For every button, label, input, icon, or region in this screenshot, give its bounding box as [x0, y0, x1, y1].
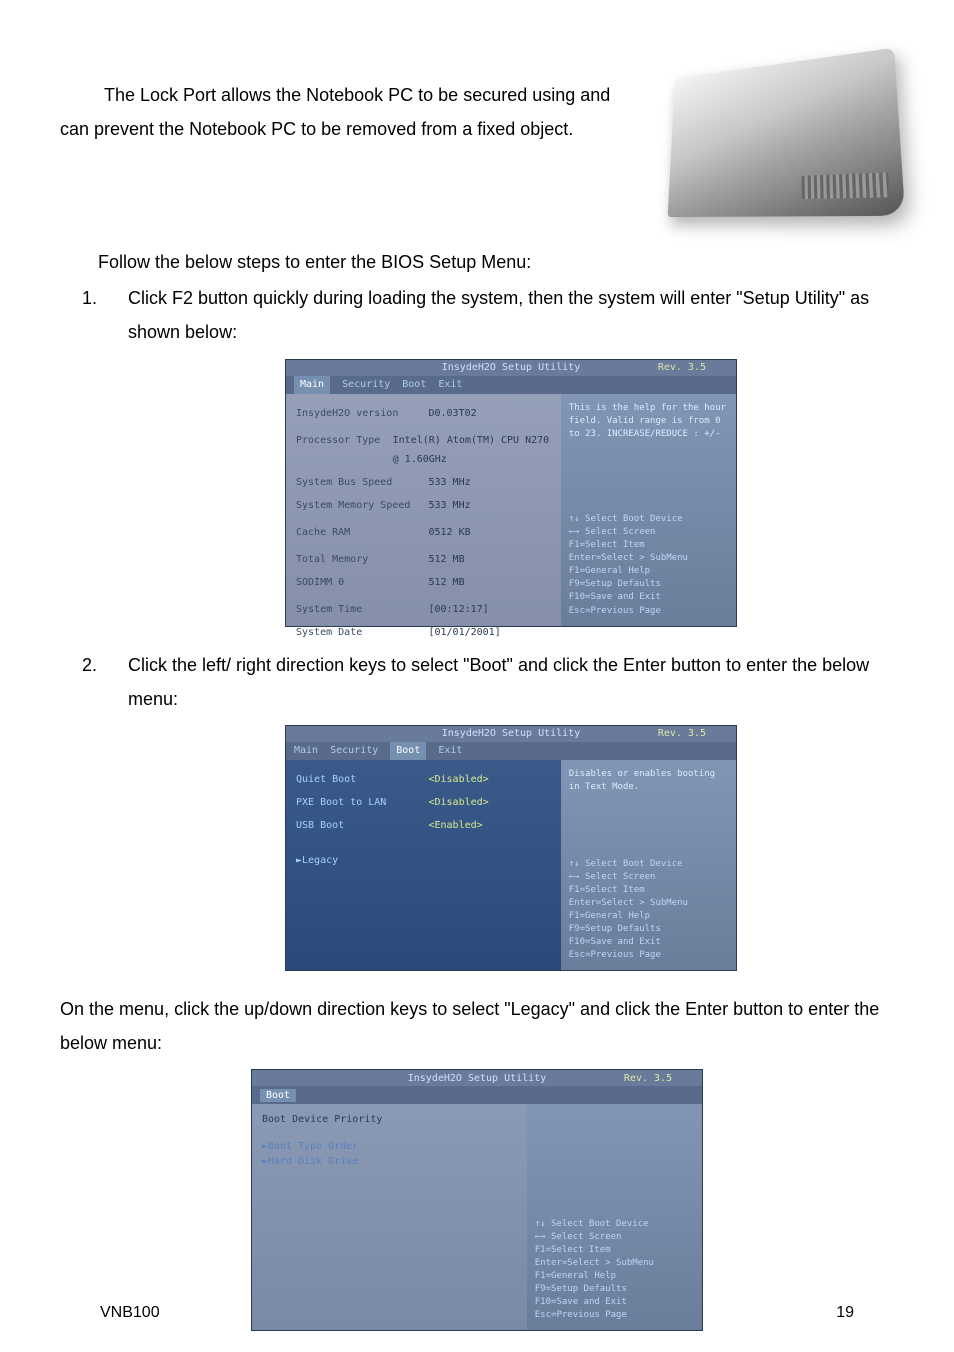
footer-model: VNB100 [100, 1304, 160, 1322]
b3-title: Boot Device Priority [262, 1114, 394, 1125]
help-text-bottom: ↑↓ Select Boot Device ←→ Select Screen F… [569, 513, 728, 617]
b2r3-lbl: ►Legacy [296, 851, 428, 870]
help-text-top: This is the help for the hour field. Val… [569, 402, 728, 441]
help-text-top2: Disables or enables booting in Text Mode… [569, 768, 728, 794]
bios-title-bar3: InsydeH2O Setup Utility Rev. 3.5 [252, 1070, 702, 1086]
row1-lbl: Processor Type [296, 431, 393, 469]
bios-screenshot-legacy: InsydeH2O Setup Utility Rev. 3.5 Boot Bo… [252, 1070, 702, 1330]
row5-lbl: Total Memory [296, 550, 428, 569]
follow-steps-line: Follow the below steps to enter the BIOS… [98, 245, 894, 279]
bios-revision2: Rev. 3.5 [658, 724, 706, 743]
bios-body: InsydeH2O versionD0.03T02 Processor Type… [286, 394, 736, 626]
b2r1-lbl: PXE Boot to LAN [296, 793, 428, 812]
on-menu-paragraph: On the menu, click the up/down direction… [60, 992, 894, 1060]
tab-main: Main [294, 374, 330, 395]
bios-body3: Boot Device Priority ►Boot Type Order ►H… [252, 1104, 702, 1330]
b2r0-val: <Disabled> [428, 770, 488, 789]
row1-val: Intel(R) Atom(TM) CPU N270 @ 1.60GHz [393, 431, 551, 469]
b2r2-lbl: USB Boot [296, 816, 428, 835]
b2r1-val: <Disabled> [428, 793, 488, 812]
row3-lbl: System Memory Speed [296, 496, 428, 515]
bios-title3: InsydeH2O Setup Utility [408, 1073, 546, 1084]
tab-boot3: Boot [260, 1089, 296, 1102]
row4-val: 0512 KB [428, 523, 470, 542]
row0-val: D0.03T02 [428, 404, 476, 423]
b3r0-lbl: ►Boot Type Order [262, 1141, 394, 1152]
bios-title-bar: InsydeH2O Setup Utility Rev. 3.5 [286, 360, 736, 376]
row8-lbl: System Date [296, 623, 428, 642]
bios-screenshot-boot: InsydeH2O Setup Utility Rev. 3.5 Main Se… [286, 726, 736, 970]
bios-left-panel: InsydeH2O versionD0.03T02 Processor Type… [286, 394, 561, 626]
bios-right-panel: This is the help for the hour field. Val… [561, 394, 736, 626]
b2r0-lbl: Quiet Boot [296, 770, 428, 789]
bios-left-panel2: Quiet Boot<Disabled> PXE Boot to LAN<Dis… [286, 760, 561, 970]
tab-exit: Exit [438, 375, 462, 394]
tab-boot: Boot [402, 375, 426, 394]
bios-revision3: Rev. 3.5 [624, 1073, 672, 1084]
row6-lbl: SODIMM 0 [296, 573, 428, 592]
tab-security: Security [342, 375, 390, 394]
intro-paragraph: The Lock Port allows the Notebook PC to … [60, 50, 634, 215]
bios-left-panel3: Boot Device Priority ►Boot Type Order ►H… [252, 1104, 527, 1330]
bios-title-bar2: InsydeH2O Setup Utility Rev. 3.5 [286, 726, 736, 742]
tab-exit2: Exit [438, 741, 462, 760]
bios-body2: Quiet Boot<Disabled> PXE Boot to LAN<Dis… [286, 760, 736, 970]
row5-val: 512 MB [428, 550, 464, 569]
tab-security2: Security [330, 741, 378, 760]
row2-lbl: System Bus Speed [296, 473, 428, 492]
bios-revision: Rev. 3.5 [658, 358, 706, 377]
row7-val: [00:12:17] [428, 600, 488, 619]
help-text-bottom2: ↑↓ Select Boot Device ←→ Select Screen F… [569, 858, 728, 962]
tab-main2: Main [294, 741, 318, 760]
row2-val: 533 MHz [428, 473, 470, 492]
step-2: Click the left/ right direction keys to … [60, 648, 894, 970]
b2r2-val: <Enabled> [428, 816, 482, 835]
tab-boot2: Boot [390, 740, 426, 761]
row6-val: 512 MB [428, 573, 464, 592]
footer-page-number: 19 [836, 1304, 854, 1322]
b3r1-lbl: ►Hard Disk Drive [262, 1156, 394, 1167]
row0-lbl: InsydeH2O version [296, 404, 428, 423]
page-footer: VNB100 19 [100, 1304, 854, 1322]
bios-right-panel2: Disables or enables booting in Text Mode… [561, 760, 736, 970]
step-1-text: Click F2 button quickly during loading t… [128, 288, 869, 342]
row8-val: [01/01/2001] [428, 623, 500, 642]
step-1: Click F2 button quickly during loading t… [60, 281, 894, 625]
step-2-text: Click the left/ right direction keys to … [128, 655, 869, 709]
row3-val: 533 MHz [428, 496, 470, 515]
bios-screenshot-main: InsydeH2O Setup Utility Rev. 3.5 Main Se… [286, 360, 736, 626]
bios-tabs3: Boot [252, 1086, 702, 1104]
steps-list: Click F2 button quickly during loading t… [60, 281, 894, 970]
bios-tabs2: Main Security Boot Exit [286, 742, 736, 760]
row7-lbl: System Time [296, 600, 428, 619]
laptop-photo [668, 48, 906, 217]
bios-right-panel3: ↑↓ Select Boot Device ←→ Select Screen F… [527, 1104, 702, 1330]
row4-lbl: Cache RAM [296, 523, 428, 542]
bios-title2: InsydeH2O Setup Utility [442, 724, 580, 743]
bios-tabs: Main Security Boot Exit [286, 376, 736, 394]
intro-section: The Lock Port allows the Notebook PC to … [60, 50, 894, 215]
bios-title: InsydeH2O Setup Utility [442, 358, 580, 377]
